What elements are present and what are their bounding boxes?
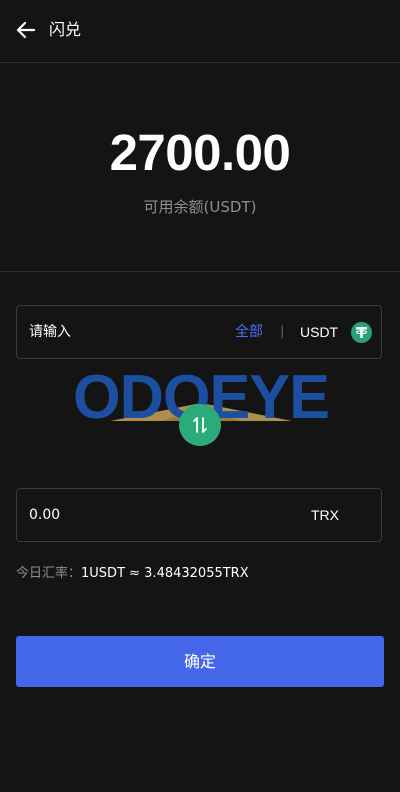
from-amount-field[interactable]: 请输入 全部 | USDT <box>16 305 382 359</box>
from-coin-label: USDT <box>300 324 339 340</box>
field-separator: | <box>280 324 285 339</box>
page-title: 闪兑 <box>49 20 82 39</box>
rate-value: 1USDT ≈ 3.48432055TRX <box>81 566 249 581</box>
to-amount-field[interactable]: 0.00 TRX <box>16 488 382 542</box>
rate-label: 今日汇率： <box>16 566 82 581</box>
header-divider <box>0 62 400 63</box>
to-amount-value: 0.00 <box>29 507 61 523</box>
balance-amount: 2700.00 <box>109 124 291 181</box>
swap-button[interactable] <box>179 404 221 446</box>
tether-icon <box>351 322 372 343</box>
confirm-button[interactable]: 确定 <box>16 636 384 687</box>
from-amount-input[interactable]: 请输入 <box>29 322 71 342</box>
balance-label: 可用余额(USDT) <box>143 198 257 216</box>
to-coin-label: TRX <box>311 507 339 523</box>
all-button[interactable]: 全部 <box>235 322 263 342</box>
exchange-rate: 今日汇率：1USDT ≈ 3.48432055TRX <box>16 564 249 584</box>
header: 闪兑 <box>0 0 400 62</box>
section-divider <box>0 271 400 272</box>
back-arrow-icon[interactable] <box>14 18 38 42</box>
